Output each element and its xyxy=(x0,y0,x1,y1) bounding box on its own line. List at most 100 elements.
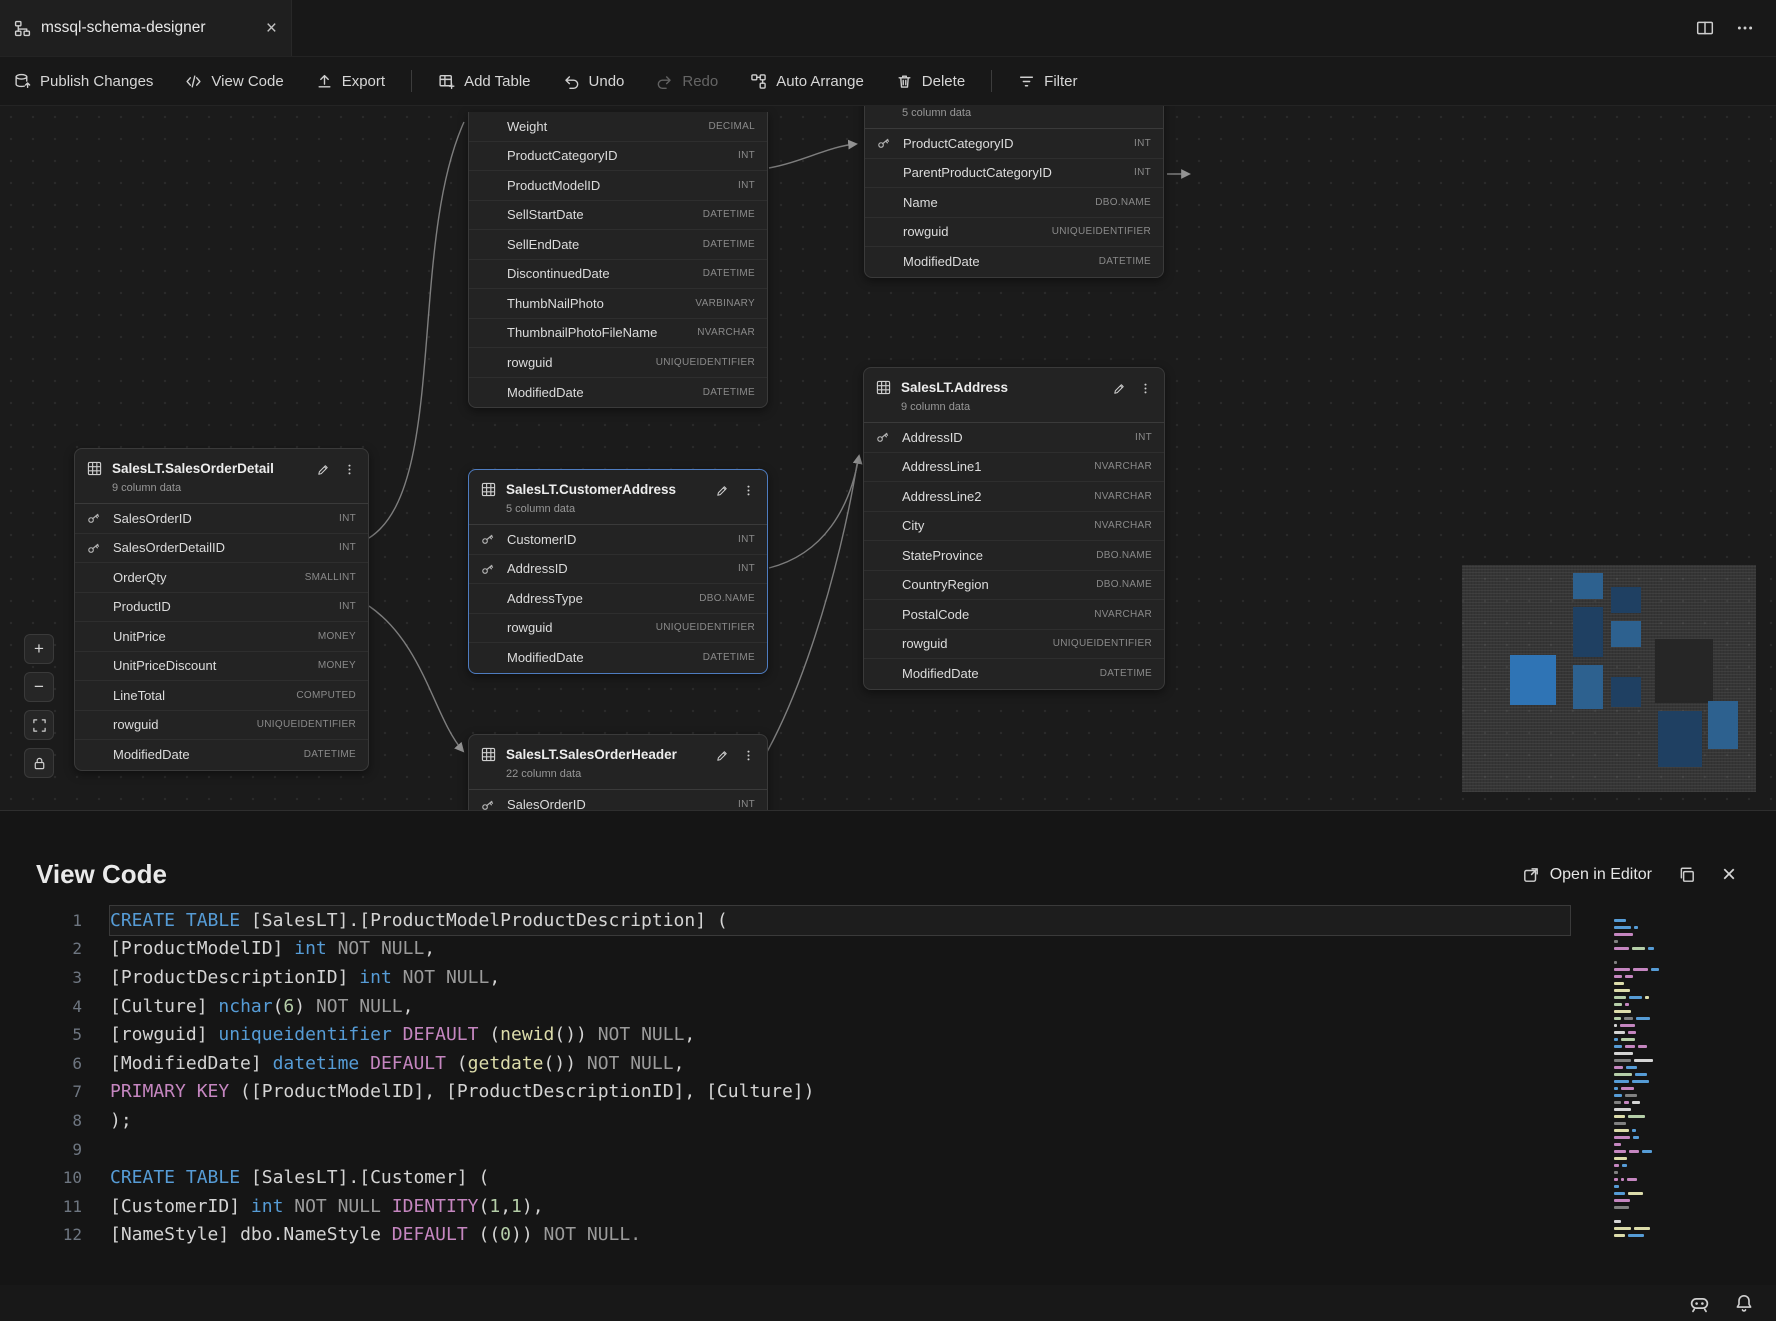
view-code-panel: View Code Open in Editor × 1CREATE TABLE… xyxy=(0,810,1776,1285)
column-row[interactable]: UnitPriceMONEY xyxy=(75,622,368,652)
column-type: DBO.NAME xyxy=(1095,197,1151,208)
schema-canvas[interactable]: WeightDECIMALProductCategoryIDINTProduct… xyxy=(0,105,1776,810)
column-row[interactable]: SellEndDateDATETIME xyxy=(469,230,767,260)
table-menu-button[interactable] xyxy=(742,748,755,763)
column-row[interactable]: CountryRegionDBO.NAME xyxy=(864,571,1164,601)
column-row[interactable]: AddressTypeDBO.NAME xyxy=(469,584,767,614)
add-table-button[interactable]: Add Table xyxy=(438,73,530,90)
panel-title: View Code xyxy=(36,859,167,890)
canvas-minimap[interactable] xyxy=(1462,565,1756,792)
column-row[interactable]: ThumbNailPhotoVARBINARY xyxy=(469,289,767,319)
column-row[interactable]: SalesOrderIDINT xyxy=(75,504,368,534)
table-menu-button[interactable] xyxy=(742,483,755,498)
minimap-table-rect xyxy=(1573,573,1603,599)
column-row[interactable]: CityNVARCHAR xyxy=(864,512,1164,542)
more-actions-icon[interactable] xyxy=(1736,19,1754,37)
table-card-customer-address[interactable]: SalesLT.CustomerAddress5 column dataCust… xyxy=(468,469,768,674)
zoom-out-button[interactable]: − xyxy=(24,672,54,702)
minimap-table-rect xyxy=(1510,655,1556,705)
column-row[interactable]: CustomerIDINT xyxy=(469,525,767,555)
column-row[interactable]: AddressIDINT xyxy=(864,423,1164,453)
column-row[interactable]: UnitPriceDiscountMONEY xyxy=(75,652,368,682)
trash-icon xyxy=(896,73,913,90)
column-type: INT xyxy=(339,513,356,524)
undo-button[interactable]: Undo xyxy=(563,73,625,90)
column-row[interactable]: ModifiedDateDATETIME xyxy=(469,643,767,673)
delete-button[interactable]: Delete xyxy=(896,73,965,90)
line-number: 12 xyxy=(36,1225,82,1244)
publish-changes-button[interactable]: Publish Changes xyxy=(14,73,153,90)
column-row[interactable]: SalesOrderIDINT xyxy=(469,790,767,810)
edit-table-button[interactable] xyxy=(1112,382,1126,396)
column-row[interactable]: PostalCodeNVARCHAR xyxy=(864,600,1164,630)
column-row[interactable]: ParentProductCategoryIDINT xyxy=(865,159,1163,189)
column-row[interactable]: DiscontinuedDateDATETIME xyxy=(469,260,767,290)
column-row[interactable]: rowguidUNIQUEIDENTIFIER xyxy=(75,711,368,741)
edit-table-button[interactable] xyxy=(715,749,729,763)
table-card-product[interactable]: WeightDECIMALProductCategoryIDINTProduct… xyxy=(468,112,768,408)
table-card-address[interactable]: SalesLT.Address9 column dataAddressIDINT… xyxy=(863,367,1165,690)
column-row[interactable]: ModifiedDateDATETIME xyxy=(864,659,1164,689)
column-name: ModifiedDate xyxy=(113,747,190,762)
column-row[interactable]: rowguidUNIQUEIDENTIFIER xyxy=(469,614,767,644)
column-row[interactable]: ProductModelIDINT xyxy=(469,171,767,201)
table-menu-button[interactable] xyxy=(343,462,356,477)
column-row[interactable]: ModifiedDateDATETIME xyxy=(75,740,368,770)
column-type: DATETIME xyxy=(703,239,755,250)
code-line: 10CREATE TABLE [SalesLT].[Customer] ( xyxy=(36,1163,1776,1192)
copy-code-button[interactable] xyxy=(1678,866,1696,884)
code-text: [ProductModelID] int NOT NULL, xyxy=(110,935,1570,964)
column-type: DBO.NAME xyxy=(1096,579,1152,590)
tab-close-icon[interactable]: × xyxy=(266,19,277,38)
column-row[interactable]: AddressLine2NVARCHAR xyxy=(864,482,1164,512)
table-card-sales-order-header[interactable]: SalesLT.SalesOrderHeader22 column dataSa… xyxy=(468,734,768,810)
copilot-icon[interactable] xyxy=(1689,1293,1710,1314)
column-row[interactable]: ProductCategoryIDINT xyxy=(469,142,767,172)
filter-button[interactable]: Filter xyxy=(1018,73,1077,90)
column-name: AddressLine1 xyxy=(902,459,982,474)
column-row[interactable]: ProductIDINT xyxy=(75,593,368,623)
code-panel-actions: Open in Editor × xyxy=(1522,863,1736,887)
column-row[interactable]: rowguidUNIQUEIDENTIFIER xyxy=(864,630,1164,660)
table-card-product-category[interactable]: 5 column dataProductCategoryIDINTParentP… xyxy=(864,105,1164,278)
column-row[interactable]: ThumbnailPhotoFileNameNVARCHAR xyxy=(469,319,767,349)
column-row[interactable]: ModifiedDateDATETIME xyxy=(865,247,1163,277)
toolbar-separator xyxy=(411,70,412,92)
table-menu-button[interactable] xyxy=(1139,381,1152,396)
column-row[interactable]: AddressIDINT xyxy=(469,555,767,585)
auto-arrange-button[interactable]: Auto Arrange xyxy=(750,73,864,90)
redo-button[interactable]: Redo xyxy=(656,73,718,90)
column-row[interactable]: SellStartDateDATETIME xyxy=(469,201,767,231)
split-editor-icon[interactable] xyxy=(1696,19,1714,37)
app-window: mssql-schema-designer × Publish Changes … xyxy=(0,0,1776,1321)
column-row[interactable]: ModifiedDateDATETIME xyxy=(469,378,767,408)
zoom-in-button[interactable]: + xyxy=(24,634,54,664)
code-minimap[interactable] xyxy=(1612,917,1676,1253)
column-name: ProductCategoryID xyxy=(903,136,1014,151)
column-row[interactable]: OrderQtySMALLINT xyxy=(75,563,368,593)
column-name: rowguid xyxy=(507,620,553,635)
sql-code-editor[interactable]: 1CREATE TABLE [SalesLT].[ProductModelPro… xyxy=(36,906,1776,1249)
column-row[interactable]: NameDBO.NAME xyxy=(865,188,1163,218)
column-row[interactable]: rowguidUNIQUEIDENTIFIER xyxy=(865,218,1163,248)
fit-view-button[interactable] xyxy=(24,710,54,740)
column-row[interactable]: SalesOrderDetailIDINT xyxy=(75,534,368,564)
editor-tab[interactable]: mssql-schema-designer × xyxy=(0,0,292,56)
export-button[interactable]: Export xyxy=(316,73,385,90)
table-card-sales-order-detail[interactable]: SalesLT.SalesOrderDetail9 column dataSal… xyxy=(74,448,369,771)
notifications-bell-icon[interactable] xyxy=(1734,1293,1754,1313)
column-row[interactable]: AddressLine1NVARCHAR xyxy=(864,453,1164,483)
close-panel-button[interactable]: × xyxy=(1722,863,1736,887)
column-row[interactable]: WeightDECIMAL xyxy=(469,112,767,142)
column-type: INT xyxy=(738,150,755,161)
column-row[interactable]: rowguidUNIQUEIDENTIFIER xyxy=(469,348,767,378)
edit-table-button[interactable] xyxy=(715,484,729,498)
column-row[interactable]: StateProvinceDBO.NAME xyxy=(864,541,1164,571)
lock-button[interactable] xyxy=(24,748,54,778)
edit-table-button[interactable] xyxy=(316,463,330,477)
open-in-editor-button[interactable]: Open in Editor xyxy=(1522,866,1652,884)
column-row[interactable]: ProductCategoryIDINT xyxy=(865,129,1163,159)
view-code-button[interactable]: View Code xyxy=(185,73,283,90)
line-number: 4 xyxy=(36,997,82,1016)
column-row[interactable]: LineTotalCOMPUTED xyxy=(75,681,368,711)
